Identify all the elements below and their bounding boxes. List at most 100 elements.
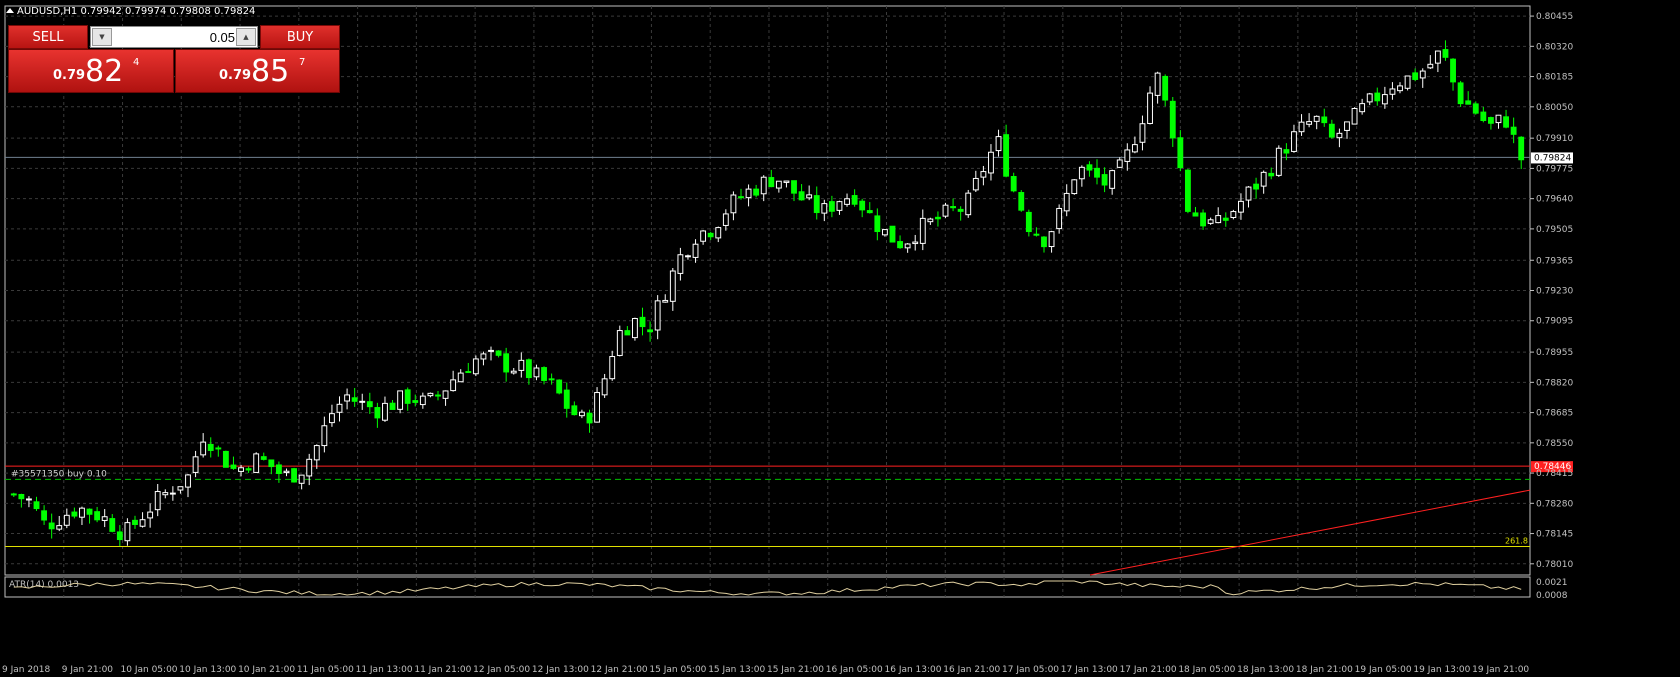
x-tick-label: 16 Jan 05:00 [826, 665, 883, 675]
buy-price-button[interactable]: 0.79 85 7 [175, 49, 340, 93]
candle-body [1230, 211, 1237, 218]
candle-body [321, 425, 328, 447]
x-tick-label: 18 Jan 21:00 [1296, 665, 1353, 675]
candle-body [957, 208, 964, 212]
candle-body [344, 394, 351, 402]
price-chart[interactable]: 0.798240.78446#35571350 buy 0.10261.8 AT… [0, 0, 1680, 677]
candle-body [722, 213, 729, 226]
candle-body [222, 450, 229, 468]
collapse-triangle-icon[interactable] [6, 8, 14, 13]
candle-body [692, 243, 699, 258]
chart-symbol-info: AUDUSD,H1 0.79942 0.79974 0.79808 0.7982… [17, 6, 256, 17]
candle-body [510, 370, 517, 374]
candle-body [1298, 121, 1305, 133]
current-price-label: 0.79824 [1534, 153, 1571, 163]
y-tick-label: 0.79910 [1536, 134, 1573, 144]
candle-body [518, 359, 525, 371]
candle-body [465, 371, 472, 374]
candle-body [1495, 114, 1502, 124]
candle-body [1389, 88, 1396, 95]
candle-body [700, 230, 707, 242]
candle-body [132, 519, 138, 525]
candle-body [980, 171, 987, 178]
candle-body [988, 151, 994, 174]
candle-body [919, 217, 926, 244]
candle-body [162, 492, 169, 496]
lot-input[interactable] [115, 28, 237, 46]
candle-body [1169, 100, 1176, 139]
candle-body [1344, 121, 1350, 131]
candle-body [283, 470, 290, 474]
candle-body [1184, 169, 1191, 212]
x-tick-label: 18 Jan 13:00 [1237, 665, 1294, 675]
y-tick-label: 0.80050 [1536, 103, 1573, 113]
x-tick-label: 9 Jan 21:00 [62, 665, 114, 675]
candle-body [775, 180, 782, 189]
candle-body [41, 510, 48, 521]
candle-body [541, 367, 547, 381]
candle-body [1131, 144, 1138, 153]
candle-body [109, 518, 116, 532]
candle-body [995, 136, 1002, 152]
candle-body [1071, 179, 1078, 195]
candle-body [230, 464, 237, 469]
candle-body [185, 474, 191, 488]
candle-body [1366, 93, 1373, 103]
candle-body [291, 468, 297, 483]
candle-body [821, 203, 828, 214]
candle-body [207, 443, 214, 451]
y-tick-label: 0.79365 [1536, 256, 1573, 266]
candle-body [1268, 172, 1275, 177]
lot-increase-icon[interactable]: ▲ [236, 28, 256, 46]
candle-body [1222, 217, 1229, 221]
sell-button[interactable]: SELL [8, 25, 88, 49]
candle-body [200, 441, 207, 456]
candle-body [495, 350, 502, 356]
price-axis: 0.804550.803200.801850.800500.799100.797… [2, 12, 1573, 675]
indicator-tick-label: 0.0008 [1536, 591, 1568, 601]
candle-body [972, 177, 979, 191]
candle-body [881, 229, 888, 236]
candle-body [715, 227, 722, 239]
candle-body [738, 196, 744, 199]
fibo-level-label: 261.8 [1505, 537, 1528, 546]
y-tick-label: 0.80320 [1536, 42, 1573, 52]
candle-body [1306, 121, 1313, 125]
y-tick-label: 0.79640 [1536, 195, 1573, 205]
candle-body [1041, 236, 1047, 248]
candle-body [806, 194, 813, 199]
y-tick-label: 0.78145 [1536, 530, 1573, 540]
candle-body [147, 511, 154, 519]
candle-body [1518, 136, 1525, 161]
candle-body [404, 389, 411, 404]
candle-body [1162, 75, 1169, 101]
y-tick-label: 0.79505 [1536, 225, 1573, 235]
candle-body [177, 486, 184, 491]
candle-body [571, 405, 578, 416]
candle-body [63, 514, 70, 526]
candle-body [1359, 103, 1366, 113]
candle-body [950, 206, 957, 209]
candle-body [647, 329, 654, 333]
candle-body [1116, 159, 1123, 168]
candle-body [791, 180, 797, 194]
sell-price-fraction: 4 [133, 57, 140, 68]
candlestick-series [10, 40, 1525, 547]
lot-decrease-icon[interactable]: ▼ [92, 28, 112, 46]
candle-body [1487, 117, 1494, 124]
candle-body [192, 456, 199, 473]
candle-body [397, 390, 404, 410]
candle-body [79, 507, 85, 518]
candle-body [639, 316, 646, 328]
sell-price-button[interactable]: 0.79 82 4 [8, 49, 174, 93]
candle-body [624, 330, 631, 336]
buy-button[interactable]: BUY [260, 25, 340, 49]
x-tick-label: 19 Jan 21:00 [1472, 665, 1529, 675]
candle-body [1260, 171, 1267, 187]
candle-body [1275, 147, 1282, 176]
candle-body [1033, 233, 1040, 236]
candle-body [503, 353, 510, 373]
candle-body [1427, 63, 1434, 69]
candle-body [745, 188, 752, 199]
candle-body [1442, 49, 1449, 58]
